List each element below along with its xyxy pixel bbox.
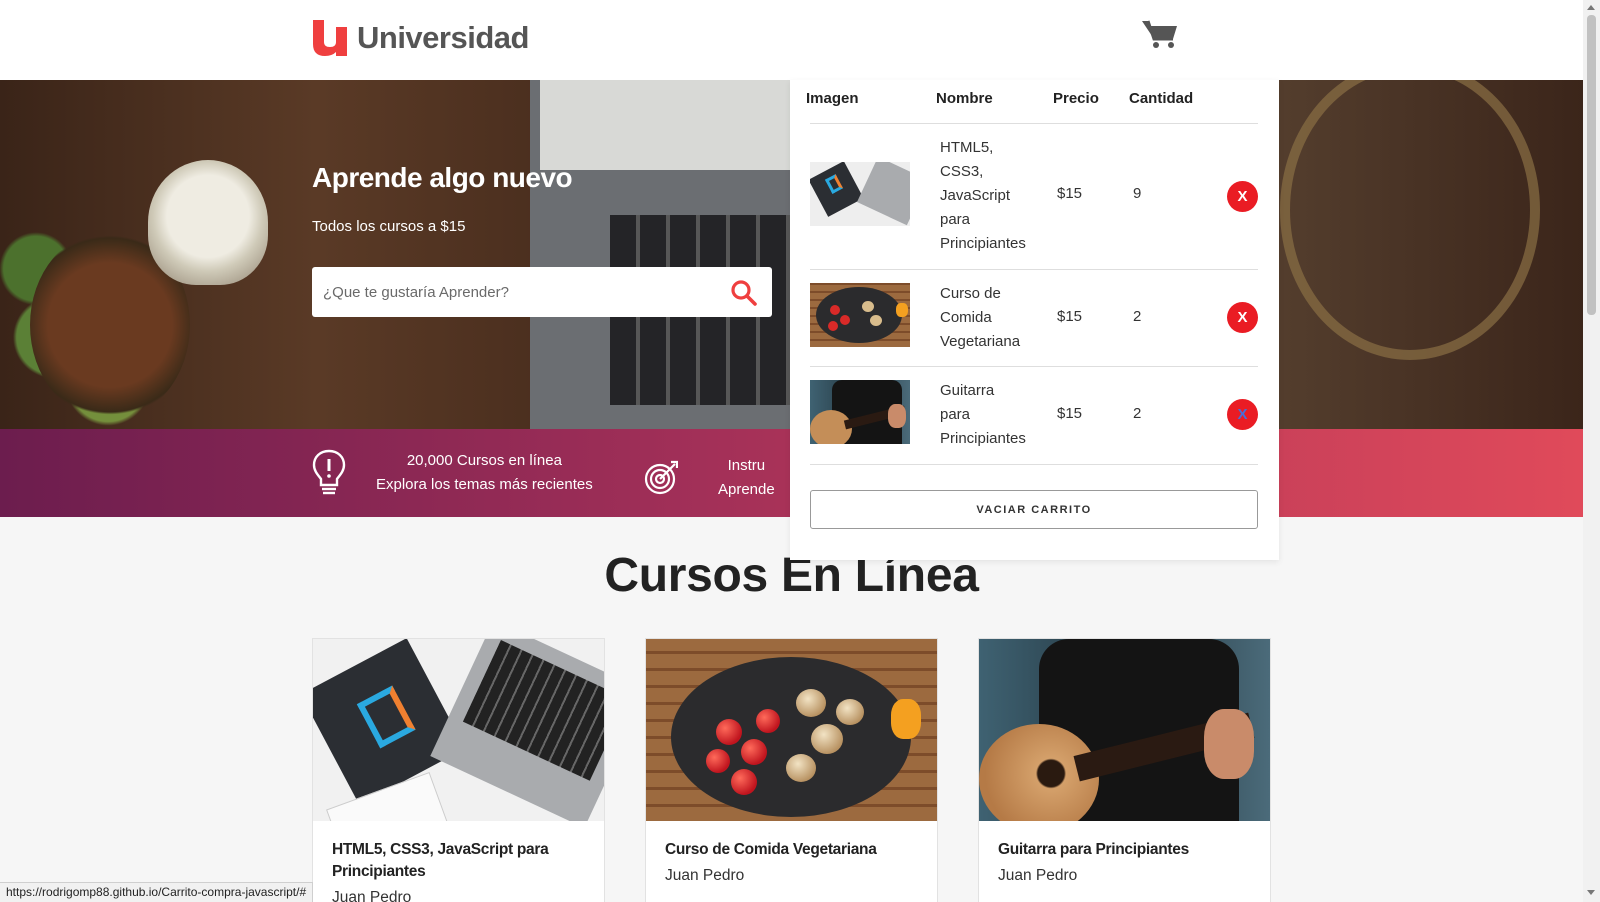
hero-title: Aprende algo nuevo <box>312 162 573 193</box>
course-card: Curso de Comida Vegetariana Juan Pedro <box>645 638 938 902</box>
cart-row: Guitarra para Principiantes $15 2 X <box>810 366 1258 464</box>
cart-item-name: Curso de Comida Vegetariana <box>940 285 1021 350</box>
cart-item-quantity: 9 <box>1133 185 1142 202</box>
cart-item-quantity: 2 <box>1133 405 1142 422</box>
cart-item-image <box>810 283 910 347</box>
remove-item-button[interactable]: X <box>1227 399 1258 430</box>
search-icon[interactable] <box>730 279 758 307</box>
status-bar-url: https://rodrigomp88.github.io/Carrito-co… <box>0 882 314 902</box>
hero-candle-image <box>148 160 268 285</box>
hero-laptop-image <box>530 80 790 429</box>
logo[interactable]: Universidad <box>312 20 529 56</box>
lightbulb-icon <box>312 449 346 495</box>
vertical-scrollbar[interactable] <box>1583 0 1600 902</box>
cart-item-name: Guitarra para Principiantes <box>940 382 1026 447</box>
feature-courses-text: 20,000 Cursos en línea Explora los temas… <box>376 452 593 493</box>
cart-header-name: Nombre <box>936 90 993 107</box>
feature-instructors-text: Instru Aprende <box>718 457 775 498</box>
search-form <box>312 267 772 317</box>
course-title: Curso de Comida Vegetariana <box>665 841 877 858</box>
target-icon <box>644 460 678 495</box>
remove-item-button[interactable]: X <box>1227 302 1258 333</box>
course-image <box>979 639 1270 821</box>
cart-item-name: HTML5, CSS3, JavaScript para Principiant… <box>940 139 1026 252</box>
cart-item-image <box>810 162 910 226</box>
search-input[interactable] <box>312 267 712 317</box>
logo-text: Universidad <box>357 20 529 55</box>
course-author: Juan Pedro <box>998 867 1078 884</box>
feature-courses: 20,000 Cursos en línea Explora los temas… <box>312 449 593 497</box>
cart-item-price: $15 <box>1057 405 1083 422</box>
course-author: Juan Pedro <box>665 867 745 884</box>
shopping-cart-icon[interactable] <box>1142 18 1178 50</box>
course-image <box>646 639 937 821</box>
cart-item-image <box>810 380 910 444</box>
remove-item-button[interactable]: X <box>1227 181 1258 212</box>
cart-divider <box>810 464 1258 465</box>
cart-row: HTML5, CSS3, JavaScript para Principiant… <box>810 123 1258 269</box>
scrollbar-thumb[interactable] <box>1587 15 1596 315</box>
course-title: Guitarra para Principiantes <box>998 841 1189 858</box>
cart-header-image: Imagen <box>806 90 859 107</box>
scroll-up-arrow-icon[interactable] <box>1587 5 1595 10</box>
logo-u-icon <box>313 20 347 56</box>
empty-cart-button[interactable]: VACIAR CARRITO <box>810 490 1258 529</box>
scroll-down-arrow-icon[interactable] <box>1587 890 1595 895</box>
hero-subtitle: Todos los cursos a $15 <box>312 218 466 235</box>
cart-dropdown: Imagen Nombre Precio Cantidad HTML5, CSS… <box>790 80 1279 560</box>
course-card: HTML5, CSS3, JavaScript para Principiant… <box>312 638 605 902</box>
course-title: HTML5, CSS3, JavaScript para Principiant… <box>332 841 549 880</box>
cart-item-price: $15 <box>1057 185 1083 202</box>
course-card: Guitarra para Principiantes Juan Pedro <box>978 638 1271 902</box>
course-image <box>313 639 604 821</box>
cart-item-price: $15 <box>1057 308 1083 325</box>
hero-decor-image <box>1280 80 1540 360</box>
header: Universidad <box>0 0 1583 80</box>
feature-instructors: Instru Aprende <box>644 454 775 502</box>
course-author: Juan Pedro <box>332 889 412 902</box>
cart-header-quantity: Cantidad <box>1129 90 1194 107</box>
cart-item-quantity: 2 <box>1133 308 1142 325</box>
cart-row: Curso de Comida Vegetariana $15 2 X <box>810 269 1258 366</box>
cart-header-price: Precio <box>1053 90 1099 107</box>
